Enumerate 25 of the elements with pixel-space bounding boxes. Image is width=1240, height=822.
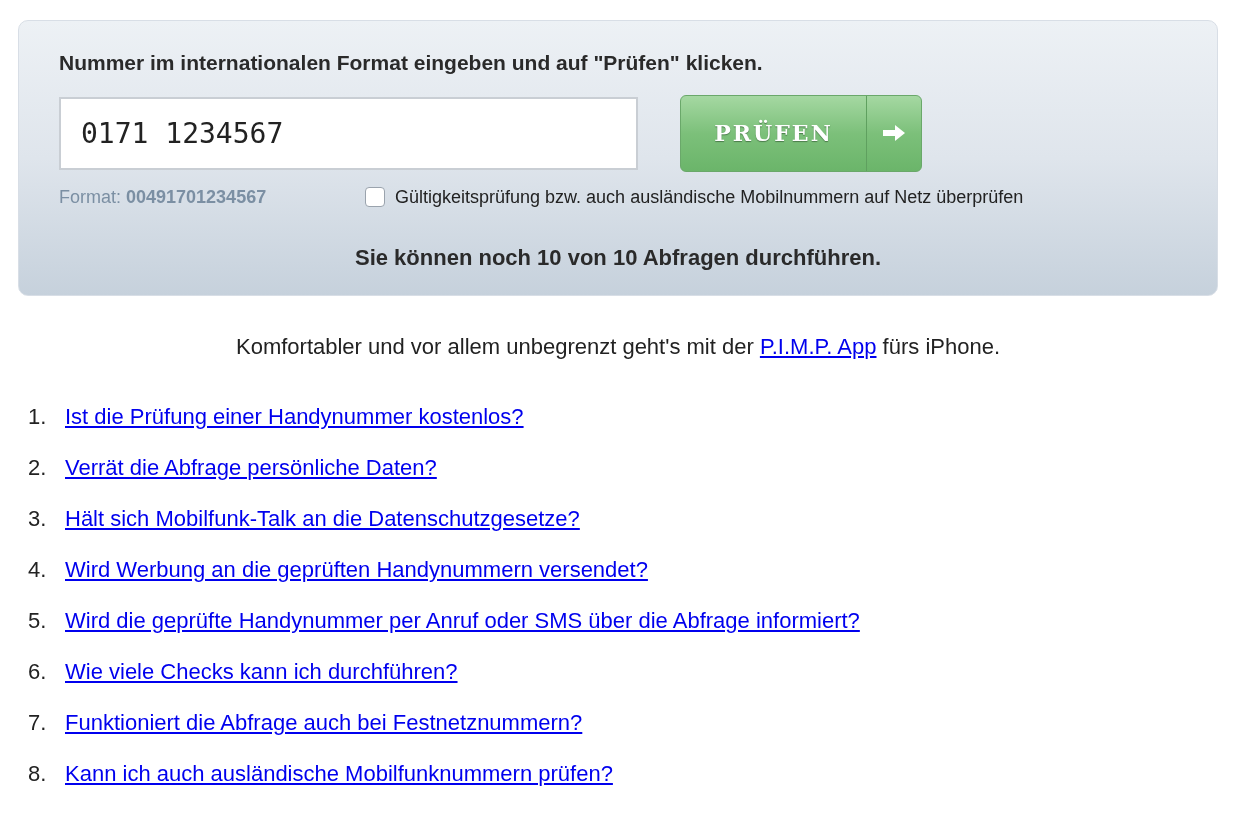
faq-link[interactable]: Wie viele Checks kann ich durchführen?	[65, 659, 458, 685]
list-number: 8.	[28, 761, 48, 787]
instruction-text: Nummer im internationalen Format eingeben und auf "Prüfen" klicken.	[59, 50, 764, 76]
list-number: 2.	[28, 455, 48, 481]
phone-number-field[interactable]: 0171 1234567	[59, 96, 638, 170]
list-number: 5.	[28, 608, 48, 634]
faq-link[interactable]: Ist die Prüfung einer Handynummer kostenlos?	[65, 404, 524, 430]
checkbox-label: Gültigkeitsprüfung bzw. auch ausländische Mobilnummern auf Netz überprüfen	[395, 185, 1024, 209]
faq-link[interactable]: Funktioniert die Abfrage auch bei Festnetznummern?	[65, 710, 583, 736]
list-number: 7.	[28, 710, 48, 736]
faq-link[interactable]: Hält sich Mobilfunk-Talk an die Datenschutzgesetze?	[65, 506, 580, 532]
arrow-right-icon	[881, 123, 907, 143]
list-number: 3.	[28, 506, 48, 532]
format-hint: Format: 00491701234567	[59, 185, 268, 209]
list-number: 1.	[28, 404, 48, 430]
faq-link[interactable]: Verrät die Abfrage persönliche Daten?	[65, 455, 437, 481]
app-link[interactable]: P.I.M.P. App	[759, 334, 877, 359]
list-number: 6.	[28, 659, 48, 685]
network-check-checkbox[interactable]	[365, 187, 385, 207]
quota-text: Sie können noch 10 von 10 Abfragen durchführen.	[353, 243, 882, 272]
promo-text: Komfortabler und vor allem unbegrenzt geht's mit der P.I.M.P. App fürs iPhone.	[234, 333, 1001, 361]
faq-link[interactable]: Kann ich auch ausländische Mobilfunknummern prüfen?	[65, 761, 613, 787]
faq-link[interactable]: Wird die geprüfte Handynummer per Anruf oder SMS über die Abfrage informiert?	[65, 608, 860, 634]
list-number: 4.	[28, 557, 48, 583]
faq-link[interactable]: Wird Werbung an die geprüften Handynummern versendet?	[65, 557, 648, 583]
